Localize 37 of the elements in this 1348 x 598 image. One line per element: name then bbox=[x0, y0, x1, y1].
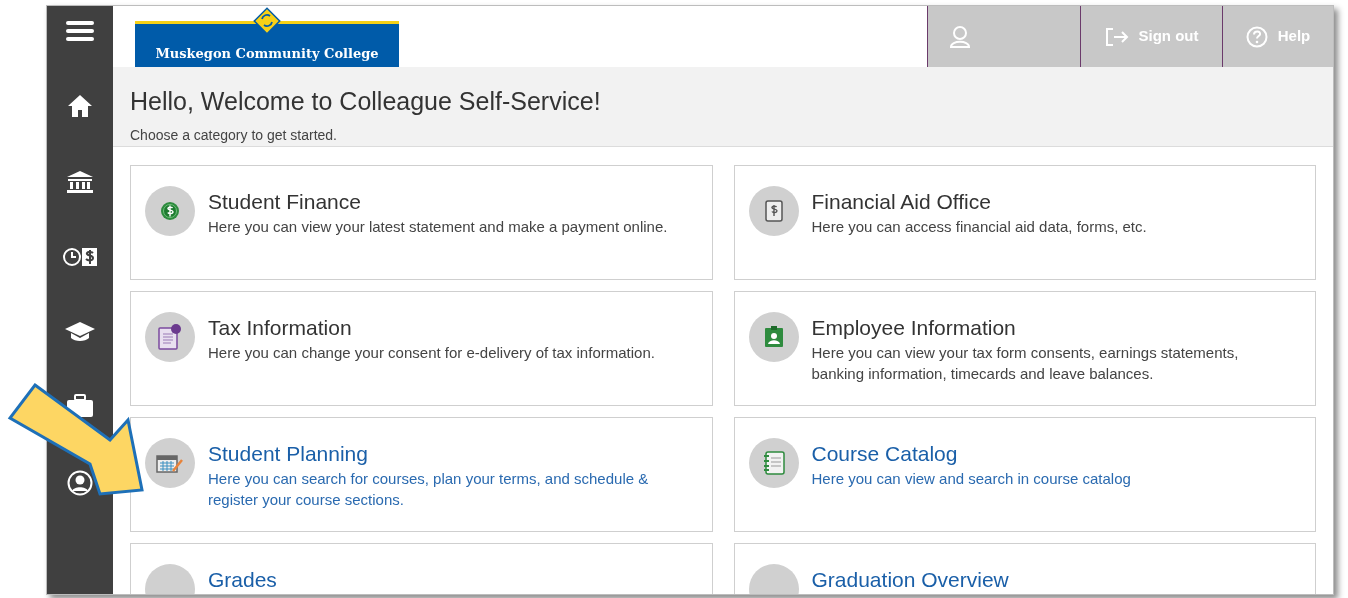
user-icon bbox=[948, 24, 972, 49]
category-card[interactable]: Student Planning Here you can search for courses, plan your terms, and schedule & register your course sections. bbox=[130, 416, 713, 532]
category-card[interactable]: Graduation Overview bbox=[733, 542, 1316, 594]
category-title: Employee Information bbox=[811, 314, 1017, 341]
page-title: Hello, Welcome to Colleague Self-Service! bbox=[130, 86, 602, 117]
page-subtitle: Choose a category to get started. bbox=[130, 125, 338, 145]
category-description: Here you can view your latest statement and make a payment online. bbox=[208, 216, 669, 237]
category-description: Here you can view and search in course catalog bbox=[811, 468, 1132, 489]
category-link[interactable]: Course Catalog bbox=[811, 440, 1151, 467]
category-description: Here you can access financial aid data, forms, etc. bbox=[811, 216, 1148, 237]
category-link[interactable]: Student Planning bbox=[208, 440, 702, 467]
menu-icon[interactable] bbox=[66, 20, 94, 42]
category-card[interactable]: Grades bbox=[130, 542, 713, 594]
dollar-coin-icon bbox=[145, 185, 195, 236]
category-card[interactable]: Course Catalog Here you can view and search in course catalog bbox=[733, 416, 1316, 532]
category-description: Here you can search for courses, plan your terms, and schedule & register your course sections. bbox=[208, 468, 650, 510]
category-link[interactable]: Grades bbox=[208, 566, 277, 593]
category-card[interactable]: Financial Aid Office Here you can access financial aid data, forms, etc. bbox=[733, 164, 1316, 280]
category-card[interactable]: Employee Information Here you can view your tax form consents, earnings statements, banking information, timecards and leave balances. bbox=[733, 290, 1316, 406]
category-card[interactable]: Student Finance Here you can view your latest statement and make a payment online. bbox=[130, 164, 713, 280]
user-circle-icon[interactable] bbox=[67, 470, 93, 496]
category-title: Financial Aid Office bbox=[811, 188, 992, 215]
help-icon bbox=[1245, 25, 1268, 48]
category-description: Here you can view your tax form consents, earnings statements, banking information, timecards and leave balances. bbox=[811, 342, 1240, 384]
home-icon[interactable] bbox=[67, 94, 93, 118]
tax-document-icon bbox=[145, 311, 195, 362]
category-title: Student Finance bbox=[208, 188, 362, 215]
category-description: Here you can change your consent for e-delivery of tax information. bbox=[208, 342, 656, 363]
bank-icon[interactable] bbox=[66, 170, 94, 194]
category-card[interactable]: Tax Information Here you can change your consent for e-delivery of tax information. bbox=[130, 290, 713, 406]
logo-text: Muskegon Community College bbox=[155, 44, 379, 63]
calendar-pencil-icon bbox=[145, 437, 195, 488]
graduation-cap-icon[interactable] bbox=[64, 320, 96, 342]
clock-dollar-icon[interactable] bbox=[62, 246, 98, 268]
category-link[interactable]: Graduation Overview bbox=[811, 566, 1009, 593]
sign-out-icon bbox=[1104, 26, 1129, 47]
category-title: Tax Information bbox=[208, 314, 353, 341]
